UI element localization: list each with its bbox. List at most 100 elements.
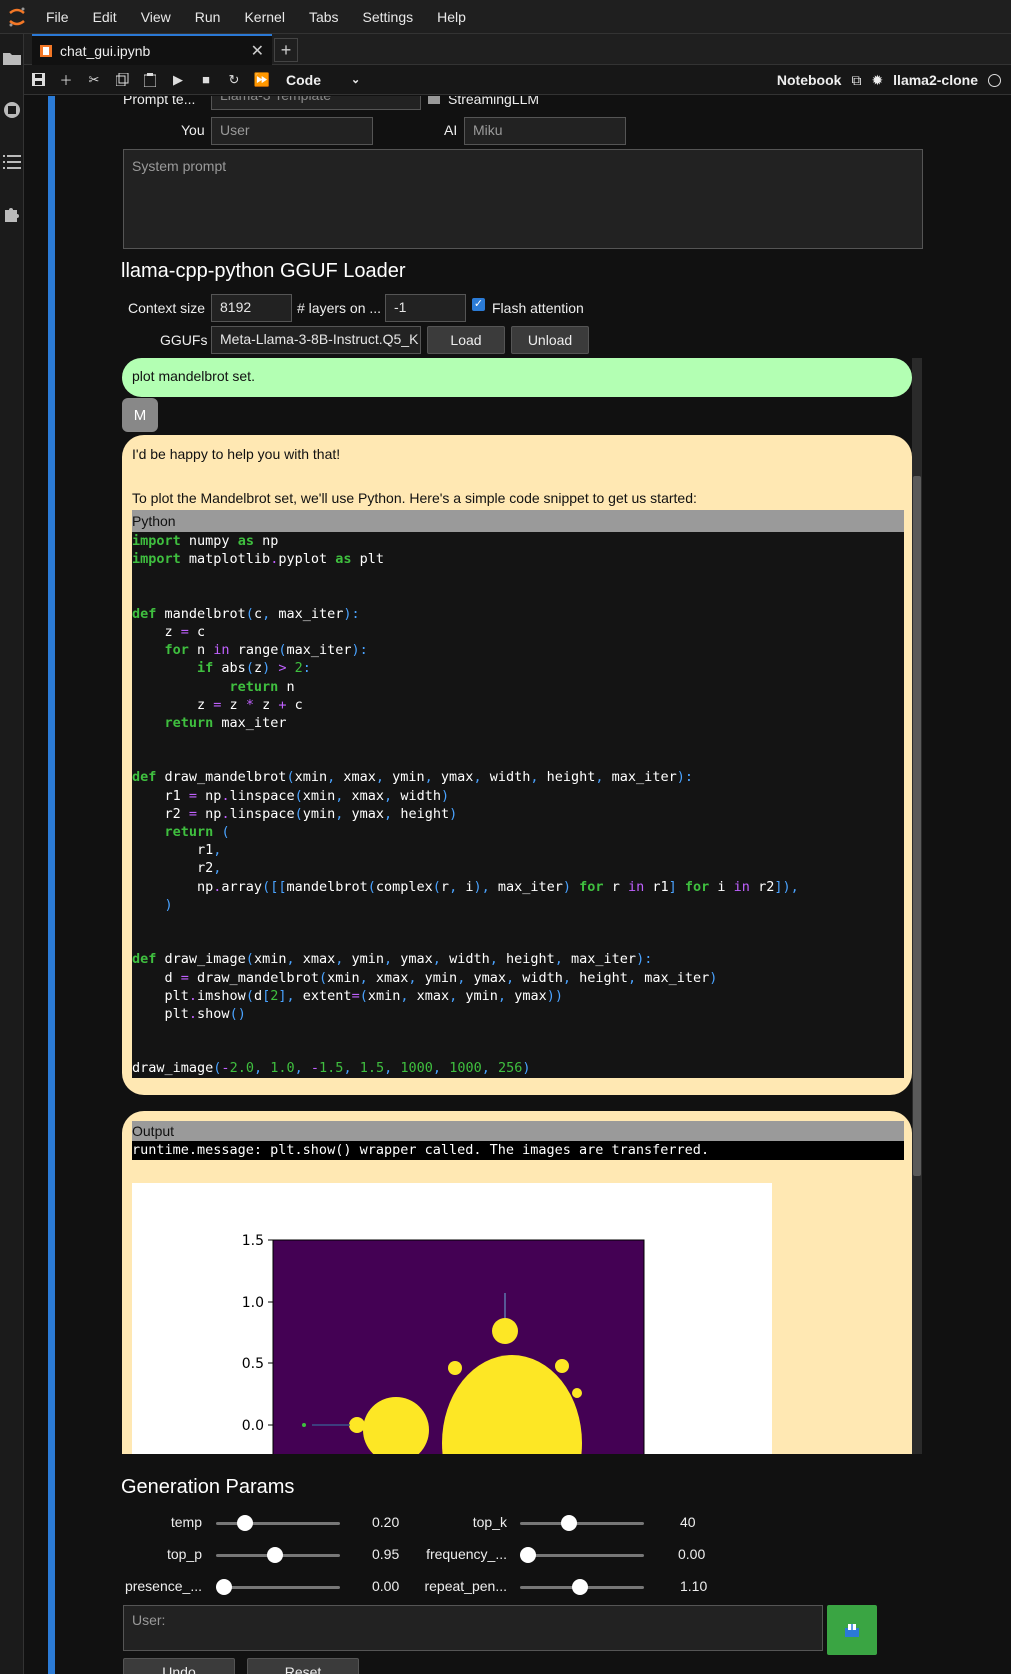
streaming-checkbox[interactable] — [428, 96, 440, 104]
close-icon[interactable]: ✕ — [251, 41, 264, 61]
ai-input[interactable]: Miku — [464, 117, 626, 145]
you-input[interactable]: User — [211, 117, 373, 145]
load-button[interactable]: Load — [427, 326, 505, 354]
menu-edit[interactable]: Edit — [81, 0, 129, 34]
output-message: Output runtime.message: plt.show() wrapp… — [122, 1111, 912, 1454]
reset-button[interactable]: Reset — [247, 1658, 359, 1674]
system-prompt-textarea[interactable]: System prompt — [123, 149, 923, 249]
ai-label: AI — [444, 122, 458, 138]
menu-file[interactable]: File — [34, 0, 81, 34]
menu-run[interactable]: Run — [183, 0, 233, 34]
user-input[interactable]: User: — [123, 1605, 823, 1651]
presence-penalty-slider[interactable] — [216, 1579, 340, 1595]
mandelbrot-top-bulb — [492, 1318, 518, 1344]
menu-help[interactable]: Help — [425, 0, 478, 34]
slider-knob[interactable] — [561, 1515, 578, 1531]
assistant-text-intro: I'd be happy to help you with that! — [132, 446, 341, 462]
slider-knob[interactable] — [236, 1515, 253, 1531]
fast-forward-icon[interactable]: ⏩ — [248, 66, 276, 94]
mandelbrot-small-bulb — [349, 1417, 365, 1433]
temp-label: temp — [170, 1514, 202, 1530]
cut-icon[interactable]: ✂ — [80, 66, 108, 94]
assistant-message: I'd be happy to help you with that! To p… — [122, 435, 912, 1095]
assistant-text-explain: To plot the Mandelbrot set, we'll use Py… — [132, 490, 697, 506]
temp-slider[interactable] — [216, 1515, 340, 1531]
ytick-label: 0.5 — [242, 1356, 264, 1372]
copy-icon[interactable] — [108, 66, 136, 94]
repeat-penalty-label: repeat_pen... — [424, 1578, 507, 1594]
paste-icon[interactable] — [136, 66, 164, 94]
menu-kernel[interactable]: Kernel — [232, 0, 296, 34]
extension-icon[interactable] — [2, 204, 22, 224]
notebook-icon — [40, 44, 52, 57]
top-k-slider[interactable] — [520, 1515, 644, 1531]
running-icon[interactable] — [2, 100, 22, 120]
stop-icon[interactable]: ■ — [192, 66, 220, 94]
cell-type-value: Code — [286, 71, 321, 88]
chat-scrollbar-thumb[interactable] — [913, 476, 921, 1176]
tab-chat-gui[interactable]: chat_gui.ipynb ✕ — [32, 34, 272, 65]
restart-icon[interactable]: ↻ — [220, 66, 248, 94]
send-button[interactable] — [827, 1605, 877, 1655]
flash-attention-checkbox[interactable]: ✓ — [472, 298, 485, 311]
mandelbrot-bulb-upper-right — [555, 1359, 569, 1373]
menu-view[interactable]: View — [129, 0, 183, 34]
jupyter-logo-icon[interactable] — [0, 0, 34, 34]
slider-knob[interactable] — [216, 1579, 232, 1595]
prompt-template-select[interactable]: Llama-3 Template — [211, 96, 421, 110]
send-inbox-icon — [845, 1624, 859, 1637]
code-block: import numpy as np import matplotlib.pypl… — [132, 532, 904, 1078]
chat-scrollbar[interactable] — [912, 358, 922, 1454]
menu-settings[interactable]: Settings — [351, 0, 426, 34]
kernel-name[interactable]: llama2-clone — [893, 72, 978, 88]
top-k-label: top_k — [472, 1514, 507, 1530]
ggufs-select[interactable]: Meta-Llama-3-8B-Instruct.Q5_K — [211, 326, 421, 354]
user-message: plot mandelbrot set. — [122, 358, 912, 397]
notebook-toolbar: ＋ ✂ ▶ ■ ↻ ⏩ Code ⌄ Notebook ⧉ ✹ llama2-c… — [24, 65, 1011, 95]
save-icon[interactable] — [24, 66, 52, 94]
menu-bar: File Edit View Run Kernel Tabs Settings … — [0, 0, 1011, 34]
prompt-template-label: Prompt te... — [123, 96, 196, 107]
params-title: Generation Params — [121, 1476, 295, 1498]
slider-knob[interactable] — [571, 1579, 588, 1595]
ggufs-label: GGUFs — [160, 332, 208, 348]
left-sidebar — [0, 34, 24, 1674]
avatar: M — [122, 398, 158, 432]
notebook-label[interactable]: Notebook — [777, 72, 842, 88]
top-p-value: 0.95 — [372, 1546, 400, 1562]
new-tab-button[interactable]: + — [274, 38, 298, 62]
ytick-label: 1.0 — [242, 1295, 264, 1311]
top-p-slider[interactable] — [216, 1547, 340, 1563]
undo-button[interactable]: Undo — [123, 1658, 235, 1674]
chevron-down-icon: ⌄ — [351, 74, 361, 86]
mandelbrot-plot: 1.5 1.0 0.5 0.0 — [132, 1183, 772, 1454]
mandelbrot-bulb-right — [572, 1388, 582, 1398]
presence-penalty-label: presence_... — [124, 1578, 202, 1594]
cell-type-select[interactable]: Code ⌄ — [286, 72, 360, 88]
menu-tabs[interactable]: Tabs — [297, 0, 351, 34]
unload-button[interactable]: Unload — [511, 326, 589, 354]
output-label: Output — [132, 1121, 904, 1141]
bug-icon[interactable]: ✹ — [871, 72, 883, 89]
tab-label: chat_gui.ipynb — [60, 42, 151, 59]
streaming-label: StreamingLLM — [448, 96, 540, 107]
run-icon[interactable]: ▶ — [164, 66, 192, 94]
add-cell-icon[interactable]: ＋ — [52, 66, 80, 94]
temp-value: 0.20 — [372, 1514, 400, 1530]
top-p-label: top_p — [166, 1546, 202, 1562]
layers-label: # layers on ... — [297, 300, 382, 316]
slider-knob[interactable] — [520, 1547, 536, 1563]
external-link-icon[interactable]: ⧉ — [851, 72, 861, 89]
loader-title: llama-cpp-python GGUF Loader — [121, 260, 406, 282]
context-size-input[interactable]: 8192 — [211, 294, 292, 322]
repeat-penalty-slider[interactable] — [520, 1579, 644, 1595]
table-of-contents-icon[interactable] — [2, 152, 22, 172]
mandelbrot-spike-dot — [302, 1423, 306, 1427]
layers-input[interactable]: -1 — [385, 294, 466, 322]
frequency-penalty-slider[interactable] — [520, 1547, 644, 1563]
notebook-area: Prompt te... Llama-3 Template StreamingL… — [24, 96, 1011, 1674]
you-label: You — [181, 122, 205, 138]
slider-knob[interactable] — [266, 1547, 283, 1563]
plot-svg: 1.5 1.0 0.5 0.0 — [242, 1233, 645, 1454]
folder-icon[interactable] — [2, 48, 22, 68]
